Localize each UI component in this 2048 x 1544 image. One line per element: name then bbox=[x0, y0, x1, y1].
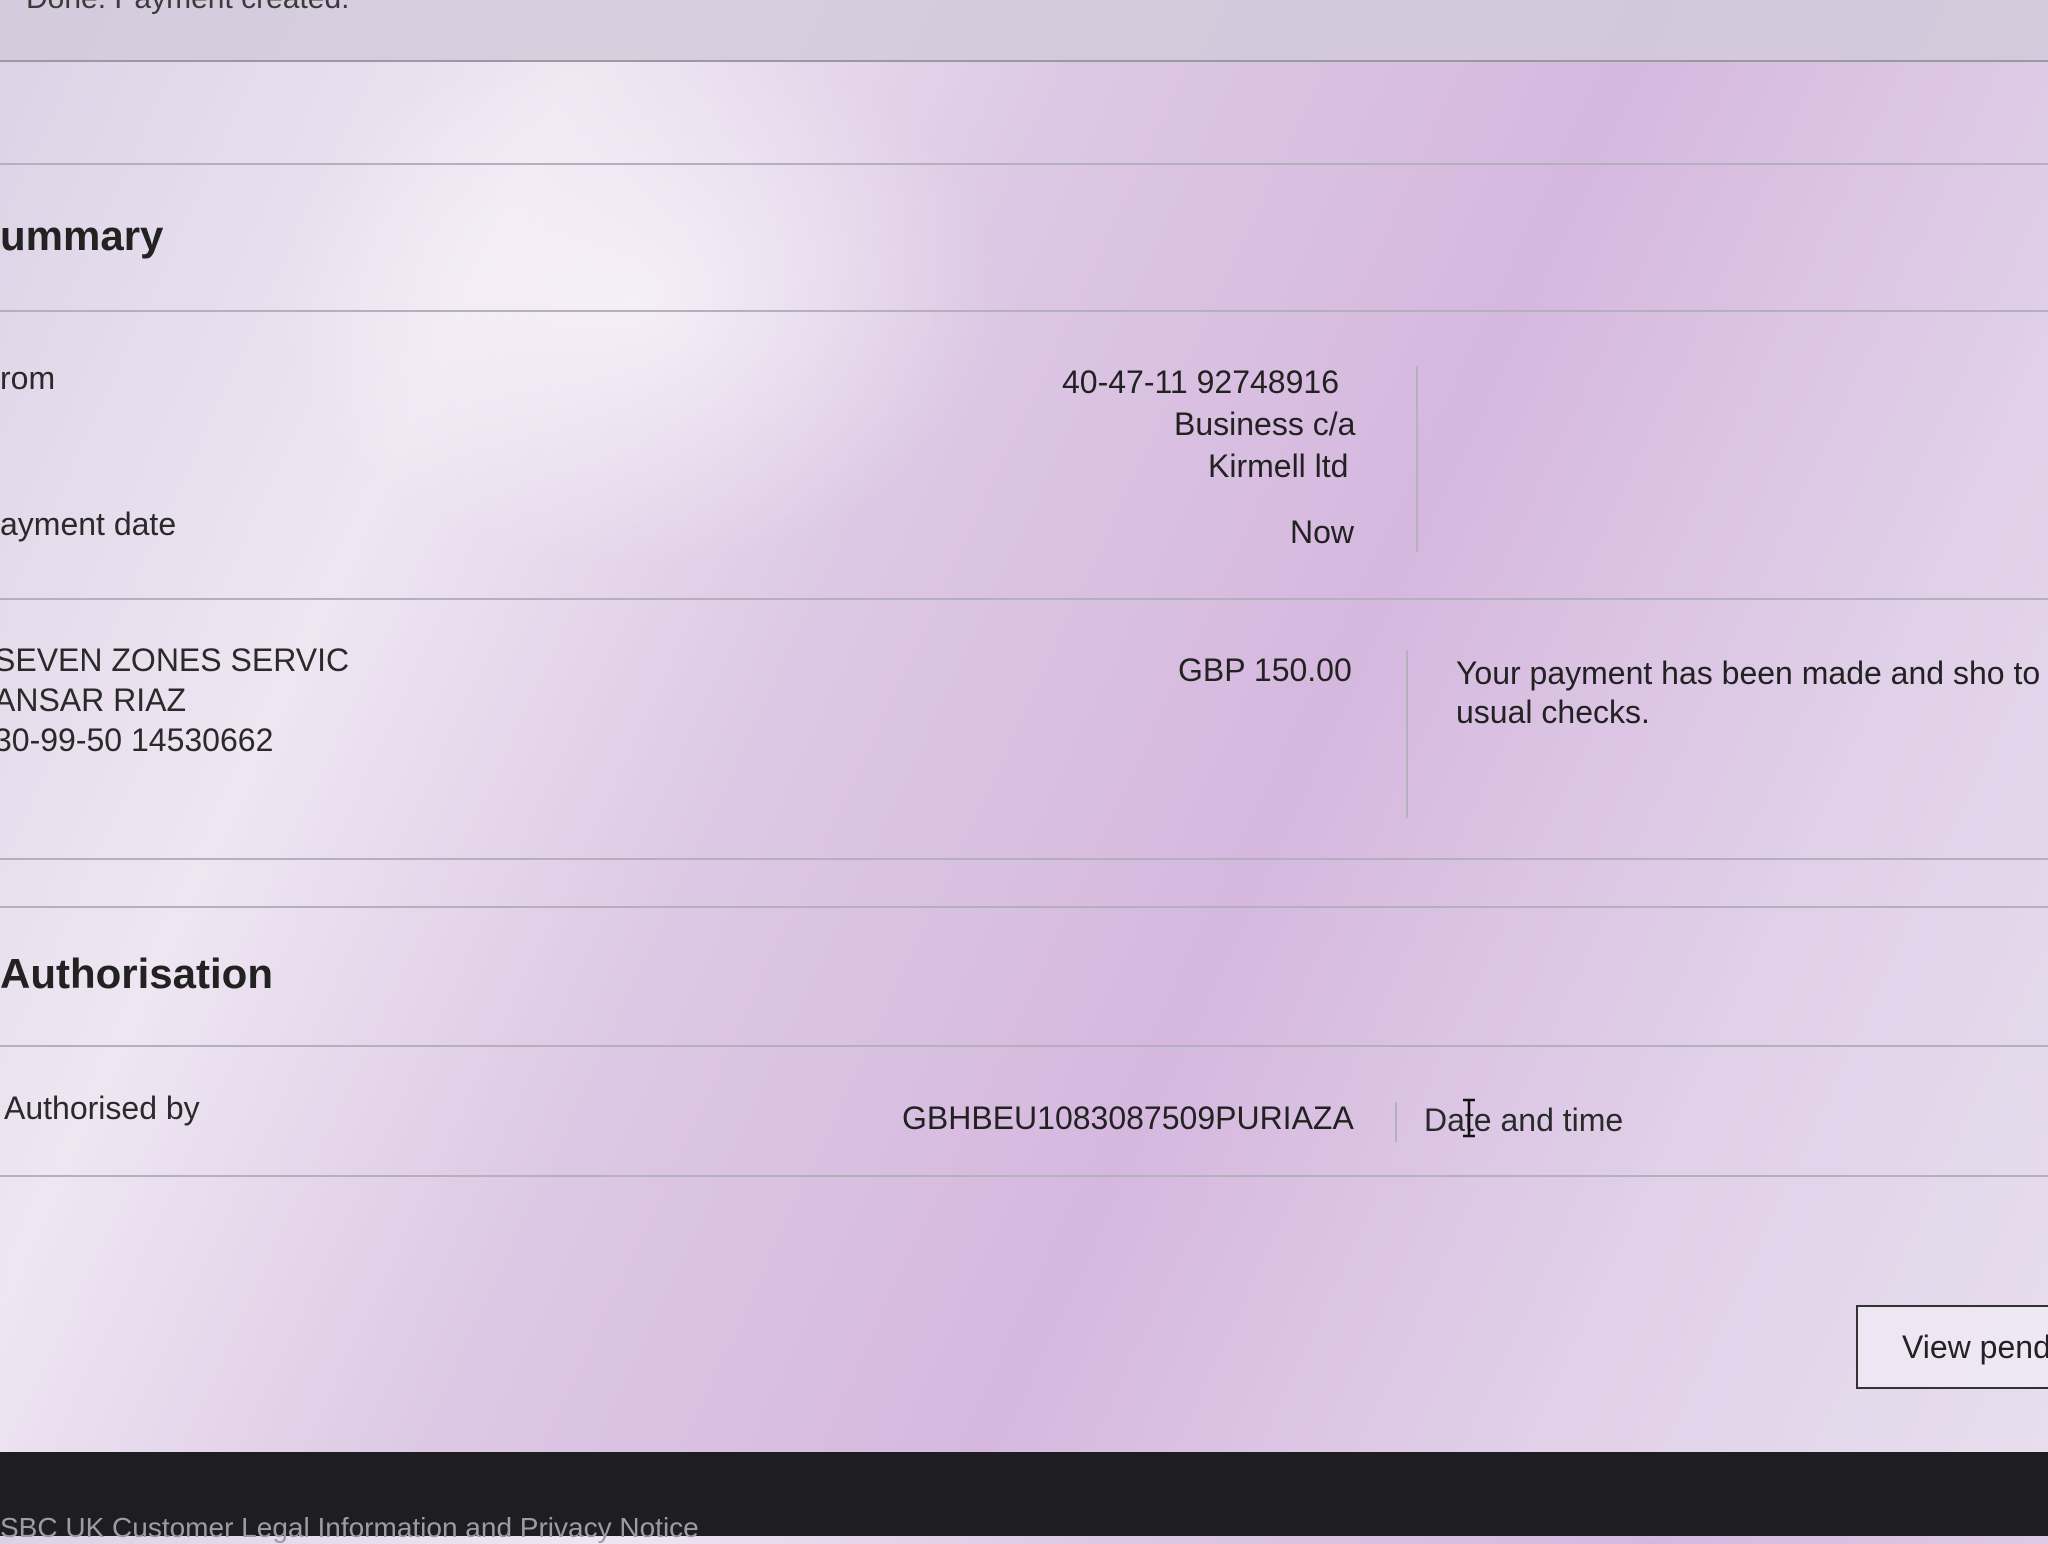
from-account: 40-47-11 92748916 bbox=[1062, 364, 1339, 400]
screen-glare bbox=[0, 0, 2048, 1536]
view-pending-button[interactable]: View pend bbox=[1856, 1305, 2048, 1389]
payee-reference: ANSAR RIAZ bbox=[0, 682, 187, 718]
payment-amount: GBP 150.00 bbox=[1178, 652, 1352, 688]
summary-title: ummary bbox=[0, 212, 164, 259]
view-pending-label: View pend bbox=[1902, 1329, 2048, 1365]
divider bbox=[0, 1045, 2048, 1047]
payment-date-label: ayment date bbox=[0, 506, 177, 542]
text-cursor-icon bbox=[1461, 1098, 1477, 1138]
payee-account: 30-99-50 14530662 bbox=[0, 722, 274, 758]
authorised-by-value: GBHBEU1083087509PURIAZA bbox=[902, 1100, 1354, 1136]
column-divider bbox=[1395, 1102, 1397, 1142]
divider bbox=[0, 1175, 2048, 1177]
column-divider bbox=[1406, 650, 1408, 818]
authorised-by-label: Authorised by bbox=[4, 1090, 200, 1126]
payment-date-value: Now bbox=[1290, 514, 1355, 550]
divider bbox=[0, 163, 2048, 165]
payee-name: SEVEN ZONES SERVIC bbox=[0, 642, 350, 678]
authorisation-title: Authorisation bbox=[0, 950, 273, 997]
divider bbox=[0, 858, 2048, 860]
date-time-label: Date and time bbox=[1424, 1102, 1624, 1138]
payment-status-message: Your payment has been made and sho to ou… bbox=[1456, 655, 2048, 730]
status-bar: Done. Payment created. bbox=[0, 0, 2048, 62]
from-account-name: Business c/a bbox=[1174, 406, 1356, 442]
divider bbox=[0, 598, 2048, 600]
divider bbox=[0, 310, 2048, 312]
footer: SBC UK Customer Legal Information and Pr… bbox=[0, 1452, 2048, 1543]
footer-legal-link[interactable]: SBC UK Customer Legal Information and Pr… bbox=[0, 1512, 699, 1544]
divider bbox=[0, 906, 2048, 908]
status-message: Done. Payment created. bbox=[26, 0, 350, 16]
column-divider bbox=[1416, 366, 1418, 552]
from-label: rom bbox=[0, 360, 56, 396]
from-company: Kirmell ltd bbox=[1208, 448, 1349, 484]
